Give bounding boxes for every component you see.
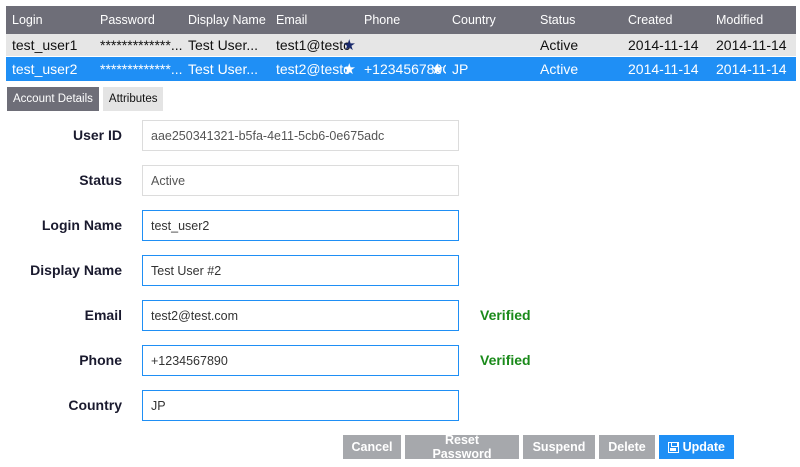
country-label: Country [68, 397, 122, 413]
cell-created: 2014-11-14 [628, 37, 699, 53]
cell-display-name: Test User... [188, 61, 259, 77]
save-icon [668, 441, 679, 453]
suspend-button[interactable]: Suspend [523, 435, 595, 459]
cell-login: test_user1 [12, 37, 78, 53]
form-row-country: Country [0, 390, 800, 422]
form-row-status: Status [0, 165, 800, 197]
login-name-field[interactable] [142, 210, 459, 241]
status-field [142, 165, 459, 196]
detail-tabs: Account Details Attributes [7, 87, 164, 111]
cell-modified: 2014-11-14 [716, 61, 787, 77]
tab-account-details[interactable]: Account Details [7, 87, 99, 111]
form-row-email: Email Verified [0, 300, 800, 332]
email-label: Email [84, 307, 122, 323]
column-header-display-name[interactable]: Display Name [182, 13, 270, 27]
star-icon: ★ [430, 61, 444, 77]
column-header-login[interactable]: Login [6, 13, 94, 27]
cell-password: *************... [100, 61, 182, 77]
users-table: Login Password Display Name Email Phone … [6, 6, 796, 81]
cell-email-text: test1@testc [276, 37, 351, 53]
cell-country: JP [452, 61, 469, 77]
display-name-field[interactable] [142, 255, 459, 286]
cancel-button[interactable]: Cancel [343, 435, 401, 459]
cell-created: 2014-11-14 [628, 61, 699, 77]
form-row-phone: Phone Verified [0, 345, 800, 377]
cell-password: *************... [100, 37, 182, 53]
cell-display-name: Test User... [188, 37, 259, 53]
table-row-selected[interactable]: test_user2 *************... Test User...… [6, 57, 796, 81]
column-header-phone[interactable]: Phone [358, 13, 446, 27]
phone-verified-badge: Verified [480, 352, 531, 368]
email-field[interactable] [142, 300, 459, 331]
star-icon: ★ [342, 37, 356, 53]
column-header-modified[interactable]: Modified [710, 13, 796, 27]
form-row-user-id: User ID [0, 120, 800, 152]
cell-email: test2@testc ★ [270, 61, 358, 77]
phone-label: Phone [79, 352, 122, 368]
display-name-label: Display Name [30, 262, 122, 278]
column-header-created[interactable]: Created [622, 13, 710, 27]
email-verified-badge: Verified [480, 307, 531, 323]
table-row[interactable]: test_user1 *************... Test User...… [6, 34, 796, 57]
cell-login: test_user2 [12, 61, 78, 77]
form-row-display-name: Display Name [0, 255, 800, 287]
cell-email: test1@testc ★ [270, 37, 358, 53]
delete-button[interactable]: Delete [599, 435, 655, 459]
column-header-password[interactable]: Password [94, 13, 182, 27]
cell-email-text: test2@testc [276, 61, 351, 77]
cell-status: Active [540, 61, 579, 77]
table-header: Login Password Display Name Email Phone … [6, 6, 796, 34]
country-field[interactable] [142, 390, 459, 421]
column-header-status[interactable]: Status [534, 13, 622, 27]
cell-status: Active [540, 37, 579, 53]
column-header-country[interactable]: Country [446, 13, 534, 27]
status-label: Status [79, 172, 122, 188]
cell-phone: +123456789C ★ [358, 61, 446, 77]
login-name-label: Login Name [41, 217, 122, 233]
user-id-field [142, 120, 459, 151]
tab-attributes[interactable]: Attributes [102, 87, 164, 111]
column-header-email[interactable]: Email [270, 13, 358, 27]
update-button[interactable]: Update [659, 435, 734, 459]
cell-modified: 2014-11-14 [716, 37, 787, 53]
form-row-login-name: Login Name [0, 210, 800, 242]
star-icon: ★ [342, 61, 356, 77]
reset-password-button[interactable]: Reset Password [405, 433, 519, 461]
phone-field[interactable] [142, 345, 459, 376]
update-button-label: Update [682, 440, 725, 454]
user-id-label: User ID [72, 127, 122, 143]
form-actions: Cancel Reset Password Suspend Delete Upd… [343, 433, 734, 461]
